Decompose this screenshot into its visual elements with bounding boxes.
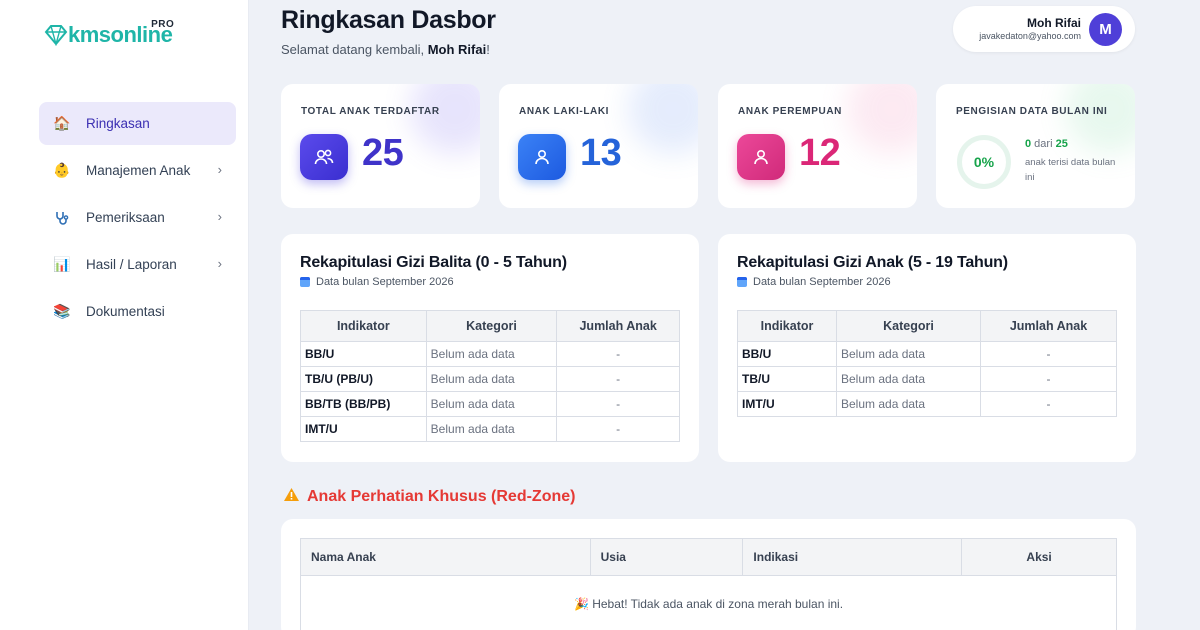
sidebar-item-ringkasan[interactable]: 🏠 Ringkasan <box>39 102 236 145</box>
column-header: Aksi <box>961 538 1117 576</box>
stat-label: TOTAL ANAK TERDAFTAR <box>301 106 440 117</box>
page-subtitle: Selamat datang kembali, Moh Rifai! <box>281 42 490 57</box>
recap-title: Rekapitulasi Gizi Anak (5 - 19 Tahun) <box>737 254 1008 271</box>
progress-ring: 0% <box>957 135 1011 189</box>
bar-chart-icon: 📊 <box>53 256 71 272</box>
column-header: Nama Anak <box>300 538 591 576</box>
redzone-card: Nama Anak Usia Indikasi Aksi 🎉 Hebat! Ti… <box>281 519 1136 630</box>
stat-value: 25 <box>362 132 404 174</box>
table-row: IMT/U Belum ada data - <box>737 391 1117 417</box>
sidebar-item-label: Manajemen Anak <box>86 163 191 178</box>
table-row: TB/U Belum ada data - <box>737 366 1117 392</box>
users-icon <box>300 134 348 180</box>
calendar-icon <box>737 277 747 287</box>
recap-table-anak: Indikator Kategori Jumlah Anak BB/U Belum… <box>737 310 1117 417</box>
table-row: 🎉 Hebat! Tidak ada anak di zona merah bu… <box>300 575 1117 630</box>
table-row: BB/U Belum ada data - <box>737 341 1117 367</box>
user-email: javakedaton@yahoo.com <box>979 31 1081 41</box>
baby-icon: 👶 <box>53 162 71 178</box>
sidebar-nav: 🏠 Ringkasan 👶 Manajemen Anak › Pemeriksa… <box>39 102 236 337</box>
column-header: Kategori <box>836 310 981 342</box>
column-header: Jumlah Anak <box>556 310 680 342</box>
fill-count: 0 dari 25 <box>1025 138 1068 150</box>
logo[interactable]: kmsonline PRO <box>44 19 174 47</box>
books-icon: 📚 <box>53 303 71 319</box>
column-header: Usia <box>589 538 744 576</box>
fill-description: anak terisi data bulan ini <box>1025 157 1116 183</box>
sidebar: kmsonline PRO 🏠 Ringkasan 👶 Manajemen An… <box>0 0 249 630</box>
sidebar-item-label: Dokumentasi <box>86 304 165 319</box>
user-profile-card[interactable]: Moh Rifai javakedaton@yahoo.com M <box>953 6 1135 52</box>
logo-pro-badge: PRO <box>151 19 175 30</box>
warning-icon <box>283 487 300 507</box>
user-name: Moh Rifai <box>1027 16 1081 30</box>
sidebar-item-label: Pemeriksaan <box>86 210 165 225</box>
table-row: BB/U Belum ada data - <box>300 341 680 367</box>
sidebar-item-label: Hasil / Laporan <box>86 257 177 272</box>
welcome-name: Moh Rifai <box>427 42 487 57</box>
sidebar-item-label: Ringkasan <box>86 116 150 131</box>
stat-label: PENGISIAN DATA BULAN INI <box>956 106 1108 117</box>
sidebar-item-hasil-laporan[interactable]: 📊 Hasil / Laporan › <box>39 243 236 286</box>
column-header: Indikasi <box>742 538 963 576</box>
logo-text: kmsonline PRO <box>68 19 174 46</box>
stat-label: ANAK LAKI-LAKI <box>519 106 610 117</box>
recap-table-balita: Indikator Kategori Jumlah Anak BB/U Belum… <box>300 310 680 442</box>
chevron-right-icon: › <box>217 256 222 271</box>
column-header: Jumlah Anak <box>980 310 1117 342</box>
recap-card-anak: Rekapitulasi Gizi Anak (5 - 19 Tahun) Da… <box>718 234 1136 462</box>
column-header: Indikator <box>737 310 837 342</box>
stat-value: 13 <box>580 132 622 174</box>
redzone-title: Anak Perhatian Khusus (Red-Zone) <box>283 487 575 507</box>
user-icon <box>737 134 785 180</box>
sidebar-item-manajemen-anak[interactable]: 👶 Manajemen Anak › <box>39 149 236 192</box>
stat-card-pengisian: PENGISIAN DATA BULAN INI 0% 0 dari 25 an… <box>936 84 1135 208</box>
table-row: IMT/U Belum ada data - <box>300 416 680 442</box>
calendar-icon <box>300 277 310 287</box>
stethoscope-icon <box>53 209 71 227</box>
sidebar-item-dokumentasi[interactable]: 📚 Dokumentasi <box>39 290 236 333</box>
stat-card-total: TOTAL ANAK TERDAFTAR 25 <box>281 84 480 208</box>
table-row: TB/U (PB/U) Belum ada data - <box>300 366 680 392</box>
recap-subtitle: Data bulan September 2026 <box>300 276 454 288</box>
recap-card-balita: Rekapitulasi Gizi Balita (0 - 5 Tahun) D… <box>281 234 699 462</box>
sidebar-item-pemeriksaan[interactable]: Pemeriksaan › <box>39 196 236 239</box>
house-icon: 🏠 <box>53 115 71 131</box>
stat-value: 12 <box>799 132 841 174</box>
column-header: Indikator <box>300 310 427 342</box>
redzone-table: Nama Anak Usia Indikasi Aksi 🎉 Hebat! Ti… <box>300 538 1117 630</box>
user-icon <box>518 134 566 180</box>
avatar[interactable]: M <box>1089 13 1122 46</box>
stat-card-laki: ANAK LAKI-LAKI 13 <box>499 84 698 208</box>
page-title: Ringkasan Dasbor <box>281 6 496 34</box>
diamond-logo-icon <box>44 24 68 47</box>
stat-card-perempuan: ANAK PEREMPUAN 12 <box>718 84 917 208</box>
table-row: BB/TB (BB/PB) Belum ada data - <box>300 391 680 417</box>
column-header: Kategori <box>425 310 558 342</box>
stat-label: ANAK PEREMPUAN <box>738 106 842 117</box>
chevron-right-icon: › <box>217 162 222 177</box>
recap-title: Rekapitulasi Gizi Balita (0 - 5 Tahun) <box>300 254 567 271</box>
chevron-right-icon: › <box>217 209 222 224</box>
empty-state-message: 🎉 Hebat! Tidak ada anak di zona merah bu… <box>300 575 1117 630</box>
recap-subtitle: Data bulan September 2026 <box>737 276 891 288</box>
